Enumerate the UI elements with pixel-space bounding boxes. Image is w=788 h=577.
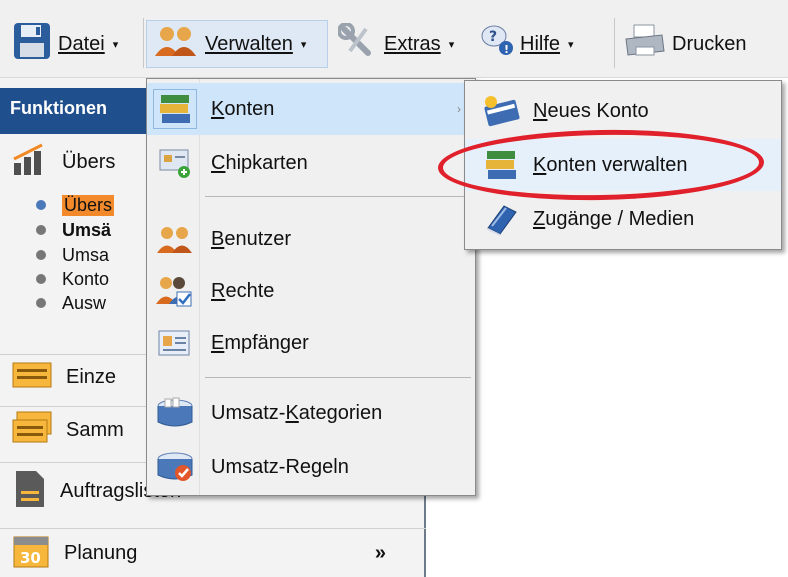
calendar-day: 30 bbox=[20, 549, 41, 567]
menu-item-konten[interactable]: Konten › bbox=[147, 83, 475, 135]
menu-item-chipkarten[interactable]: Chipkarten bbox=[147, 137, 475, 189]
menu-datei[interactable]: Datei ▾ bbox=[12, 22, 118, 66]
menu-item-label: enutzer bbox=[224, 227, 292, 250]
menu-item-label: ategorien bbox=[298, 401, 383, 424]
bullet-icon bbox=[36, 250, 46, 260]
wrench-icon bbox=[337, 22, 378, 65]
hilfe-label: Hilfe bbox=[520, 32, 561, 55]
help-icon: ?! bbox=[480, 24, 514, 64]
planung-label: Planung bbox=[64, 541, 138, 564]
menu-item-benutzer[interactable]: Benutzer bbox=[147, 213, 475, 265]
submenu-arrow-icon: › bbox=[457, 102, 461, 116]
toolbar-separator bbox=[143, 18, 144, 68]
panel-item-planung[interactable]: 30 Planung » bbox=[0, 528, 426, 577]
new-account-icon bbox=[479, 91, 523, 131]
chevron-down-icon: ▾ bbox=[300, 38, 307, 51]
toolbar-separator bbox=[614, 18, 615, 68]
panel-bullet-label: Übers bbox=[62, 194, 115, 216]
samm-label: Samm bbox=[66, 419, 124, 441]
menu-item-rechte[interactable]: Rechte bbox=[147, 265, 475, 317]
menu-verwalten[interactable]: Verwalten ▾ bbox=[146, 20, 328, 68]
menu-separator bbox=[205, 196, 471, 197]
recipient-card-icon bbox=[153, 323, 197, 363]
chipcard-icon bbox=[153, 143, 197, 183]
submenu-item-zugaenge-medien[interactable]: Zugänge / Medien bbox=[465, 193, 781, 245]
chevron-down-icon: ▾ bbox=[568, 38, 574, 51]
verwalten-menu: Konten › Chipkarten Benutzer Rechte Empf… bbox=[146, 78, 476, 496]
chevron-down-icon: ▾ bbox=[448, 38, 455, 51]
panel-bullet-label: Umsä bbox=[62, 219, 112, 240]
extras-label: Extras bbox=[384, 32, 441, 55]
panel-bullet-item[interactable]: Umsä bbox=[36, 219, 111, 241]
einzel-label: Einze bbox=[66, 366, 117, 388]
collective-transfer-icon bbox=[12, 411, 52, 451]
menu-item-umsatz-kategorien[interactable]: Umsatz-Kategorien bbox=[147, 387, 475, 439]
calendar-icon: 30 bbox=[12, 531, 50, 575]
panel-bullet-label: Ausw bbox=[62, 292, 107, 313]
menu-extras[interactable]: Extras ▾ bbox=[337, 22, 455, 66]
single-transfer-icon bbox=[12, 360, 52, 396]
svg-text:?: ? bbox=[489, 29, 497, 45]
expand-icon[interactable]: » bbox=[375, 542, 386, 565]
print-button[interactable]: Drucken bbox=[624, 22, 746, 66]
drucken-label: Drucken bbox=[672, 32, 747, 55]
document-icon bbox=[12, 469, 46, 515]
submenu-item-label: onten verwalten bbox=[546, 153, 688, 176]
menu-item-umsatz-regeln[interactable]: Umsatz-Regeln bbox=[147, 441, 475, 493]
bullet-icon bbox=[36, 298, 46, 308]
svg-text:!: ! bbox=[504, 43, 509, 56]
panel-bullet-item[interactable]: Konto bbox=[36, 268, 109, 290]
panel-bullet-item[interactable]: Ausw bbox=[36, 292, 106, 314]
panel-bullet-item[interactable]: Übers bbox=[36, 194, 115, 216]
submenu-item-neues-konto[interactable]: Neues Konto bbox=[465, 85, 781, 137]
floppy-disk-icon bbox=[12, 21, 52, 67]
submenu-item-label: eues Konto bbox=[547, 99, 649, 122]
users-icon bbox=[153, 219, 197, 259]
menu-item-label: echte bbox=[225, 279, 275, 302]
panel-header: Funktionen bbox=[0, 88, 146, 134]
books-icon bbox=[153, 89, 197, 129]
users-icon bbox=[153, 24, 199, 64]
category-box-icon bbox=[153, 393, 197, 433]
menu-item-label: onten bbox=[224, 97, 275, 120]
panel-bullet-item[interactable]: Umsa bbox=[36, 244, 109, 266]
panel-bullet-label: Konto bbox=[62, 268, 110, 289]
konten-submenu: Neues Konto Konten verwalten Zugänge / M… bbox=[464, 80, 782, 250]
books-icon bbox=[479, 145, 523, 185]
printer-icon bbox=[624, 23, 666, 65]
menu-item-label: eln bbox=[322, 455, 349, 478]
user-permissions-icon bbox=[153, 271, 197, 311]
menu-item-label: mpfänger bbox=[224, 331, 309, 354]
rules-box-icon bbox=[153, 447, 197, 487]
chart-icon bbox=[12, 143, 48, 181]
datei-accel: Datei bbox=[58, 32, 105, 55]
panel-bullet-label: Umsa bbox=[62, 244, 110, 265]
submenu-item-konten-verwalten[interactable]: Konten verwalten bbox=[465, 139, 781, 191]
bullet-icon bbox=[36, 225, 46, 235]
menu-separator bbox=[205, 377, 471, 378]
main-toolbar: Datei ▾ Verwalten ▾ Extras ▾ ?! Hilfe ▾ … bbox=[0, 0, 788, 78]
chevron-down-icon: ▾ bbox=[112, 38, 119, 51]
verwalten-label: Verwalten bbox=[205, 32, 293, 55]
blue-book-icon bbox=[479, 199, 523, 239]
bullet-icon bbox=[36, 200, 46, 210]
bullet-icon bbox=[36, 274, 46, 284]
overview-label: Übers bbox=[62, 150, 116, 173]
submenu-item-label: ugänge / Medien bbox=[545, 207, 695, 230]
menu-item-label: hipkarten bbox=[225, 151, 308, 174]
menu-hilfe[interactable]: ?! Hilfe ▾ bbox=[480, 22, 574, 66]
menu-item-empfaenger[interactable]: Empfänger bbox=[147, 317, 475, 369]
